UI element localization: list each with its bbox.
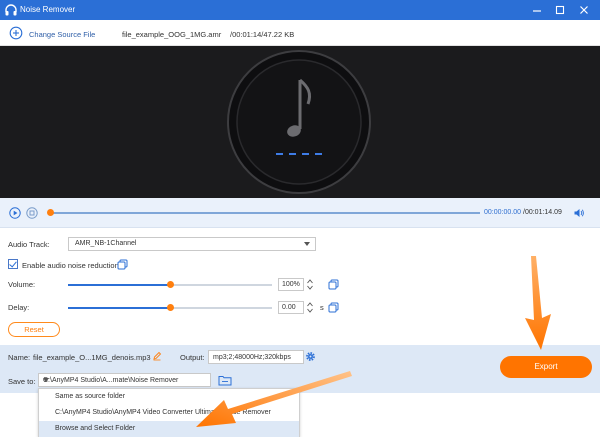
edit-icon[interactable] (152, 351, 162, 361)
name-label: Name: (8, 353, 31, 362)
headphones-icon (5, 4, 17, 16)
save-to-label: Save to: (8, 377, 36, 386)
reset-button[interactable]: Reset (8, 322, 60, 337)
delay-label: Delay: (8, 303, 30, 312)
minimize-icon[interactable] (530, 3, 544, 17)
chevron-down-icon (304, 242, 310, 246)
dropdown-item-browse-folder[interactable]: Browse and Select Folder (39, 421, 299, 437)
output-format-field[interactable]: mp3;2;48000Hz;320kbps (208, 350, 304, 364)
stop-icon[interactable] (26, 207, 38, 219)
output-format-value: mp3;2;48000Hz;320kbps (213, 354, 291, 361)
play-icon[interactable] (9, 207, 21, 219)
music-note-icon (227, 50, 371, 194)
close-icon[interactable] (577, 3, 591, 17)
dropdown-item-default-path[interactable]: C:\AnyMP4 Studio\AnyMP4 Video Converter … (39, 405, 299, 421)
preview-area (0, 46, 600, 198)
title-bar: Noise Remover (0, 0, 600, 20)
volume-slider-thumb[interactable] (167, 281, 174, 288)
delay-slider-thumb[interactable] (167, 304, 174, 311)
chevron-down-icon (43, 378, 49, 382)
settings-panel: Audio Track: AMR_NB-1Channel Enable audi… (0, 228, 600, 345)
save-to-dropdown: Same as source folder C:\AnyMP4 Studio\A… (38, 388, 300, 437)
audio-track-value: AMR_NB-1Channel (75, 240, 137, 247)
dropdown-item-same-folder[interactable]: Same as source folder (39, 389, 299, 405)
source-file-info: /00:01:14/47.22 KB (230, 30, 295, 39)
window-title: Noise Remover (20, 5, 76, 14)
delay-slider-fill (68, 307, 170, 309)
maximize-icon[interactable] (553, 3, 567, 17)
delay-stepper-icon[interactable] (306, 301, 314, 314)
folder-icon[interactable] (218, 374, 232, 386)
save-to-value: C:\AnyMP4 Studio\A...mate\Noise Remover (43, 377, 179, 384)
audio-track-select[interactable]: AMR_NB-1Channel (68, 237, 316, 251)
volume-input[interactable]: 100% (278, 278, 304, 291)
volume-icon[interactable] (573, 207, 585, 219)
output-file-name: file_example_O...1MG_denois.mp3 (33, 353, 151, 362)
volume-slider-fill (68, 284, 170, 286)
copy-icon[interactable] (117, 259, 128, 270)
seek-thumb[interactable] (47, 209, 54, 216)
gear-icon[interactable] (305, 351, 316, 362)
source-file-name: file_example_OOG_1MG.amr (122, 30, 222, 39)
audio-track-label: Audio Track: (8, 240, 50, 249)
copy-icon[interactable] (328, 302, 339, 313)
volume-label: Volume: (8, 280, 36, 289)
save-to-select[interactable]: C:\AnyMP4 Studio\A...mate\Noise Remover (38, 373, 211, 387)
file-bar: Change Source File file_example_OOG_1MG.… (0, 20, 600, 46)
delay-input[interactable]: 0.00 (278, 301, 304, 314)
total-time: /00:01:14.09 (523, 209, 562, 216)
seek-bar[interactable] (48, 212, 480, 214)
output-label: Output: (180, 353, 205, 362)
output-bar: Name: file_example_O...1MG_denois.mp3 Ou… (0, 345, 600, 393)
plus-circle-icon[interactable] (9, 26, 23, 40)
delay-unit: s (320, 303, 324, 312)
change-source-file-button[interactable]: Change Source File (29, 30, 95, 39)
current-time: 00:00:00.00 (484, 209, 521, 216)
copy-icon[interactable] (328, 279, 339, 290)
playback-bar: 00:00:00.00 /00:01:14.09 (0, 198, 600, 228)
enable-noise-reduction-checkbox[interactable] (8, 259, 18, 269)
export-button[interactable]: Export (500, 356, 592, 378)
volume-stepper-icon[interactable] (306, 278, 314, 291)
enable-noise-reduction-label: Enable audio noise reduction (22, 261, 119, 270)
